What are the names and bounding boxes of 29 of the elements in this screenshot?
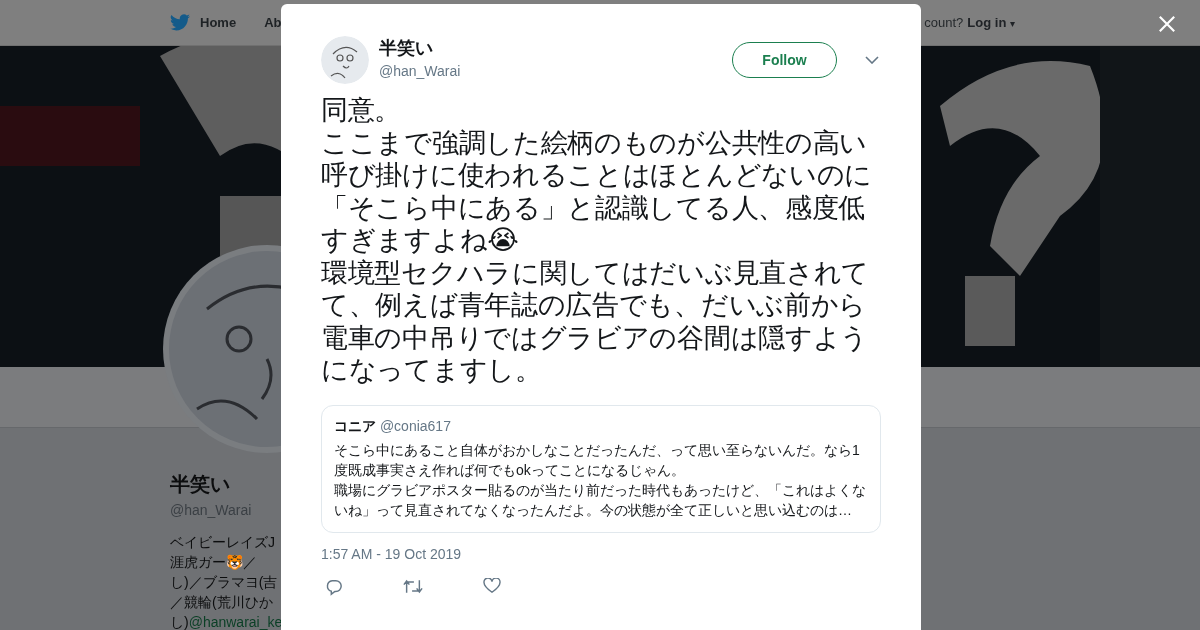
- author-name[interactable]: 半笑い: [379, 35, 722, 60]
- login-link[interactable]: Log in ▾: [967, 15, 1015, 30]
- retweet-icon[interactable]: [403, 577, 423, 595]
- quoted-paragraph: 職場にグラビアポスター貼るのが当たり前だった時代もあったけど、「これはよくないね」って見直されてなくなったんだよ。今の状態が全て正しいと思い込むのは…: [334, 480, 867, 520]
- login-prompt: count?: [924, 15, 964, 30]
- quoted-tweet[interactable]: コニア @conia617 そこら中にあること自体がおかしなことだったんだ、って思い至らないんだ。なら1度既成事実さえ作れば何でもokってことになるじゃん。 職場にグラビアポスター貼るのが当たり前だった時代もあったけど、「これはよくないね」って見直されてなくなったんだよ。今の状態が全て正しいと思い込むのは…: [321, 404, 881, 533]
- reply-icon[interactable]: [325, 577, 343, 596]
- quoted-author-handle: @conia617: [379, 417, 451, 434]
- bio-line: し)／ブラマヨ(吉: [170, 573, 279, 592]
- mention-link[interactable]: @hanwarai_ke: [188, 614, 283, 630]
- bio-line: ベイビーレイズJ: [170, 533, 276, 552]
- nav-link[interactable]: Ab: [264, 15, 282, 30]
- timestamp[interactable]: 1:57 AM - 19 Oct 2019: [321, 545, 881, 562]
- quoted-paragraph: そこら中にあること自体がおかしなことだったんだ、って思い至らないんだ。なら1度既成事実さえ作れば何でもokってことになるじゃん。: [334, 440, 861, 480]
- nav-link[interactable]: Home: [200, 15, 237, 30]
- close-button[interactable]: [1156, 13, 1178, 35]
- follow-button[interactable]: Follow: [732, 42, 837, 78]
- heart-icon[interactable]: [483, 577, 501, 594]
- bio-line: 涯虎ガー🐯／: [170, 553, 258, 572]
- avatar[interactable]: [321, 36, 369, 84]
- tweet-paragraph: ここまで強調した絵柄のものが公共性の高い呼び掛けに使われることはほとんどないのに「そこら中にある」と認識してる人、感度低すぎますよね😭: [321, 126, 873, 257]
- author-handle[interactable]: @han_Warai: [379, 62, 722, 79]
- chevron-icon[interactable]: [865, 56, 879, 64]
- tweet-paragraph: 同意。: [321, 94, 403, 127]
- quoted-author-name: コニア: [334, 417, 376, 434]
- tweet-paragraph: 環境型セクハラに関してはだいぶ見直されてて、例えば青年誌の広告でも、だいぶ前から電車の中吊りではグラビアの谷間は隠すようになってますし。: [321, 256, 870, 387]
- profile-name: 半笑い: [170, 472, 231, 497]
- bio-line: ／競輪(荒川ひか: [170, 593, 274, 612]
- bio-line: し): [170, 614, 189, 630]
